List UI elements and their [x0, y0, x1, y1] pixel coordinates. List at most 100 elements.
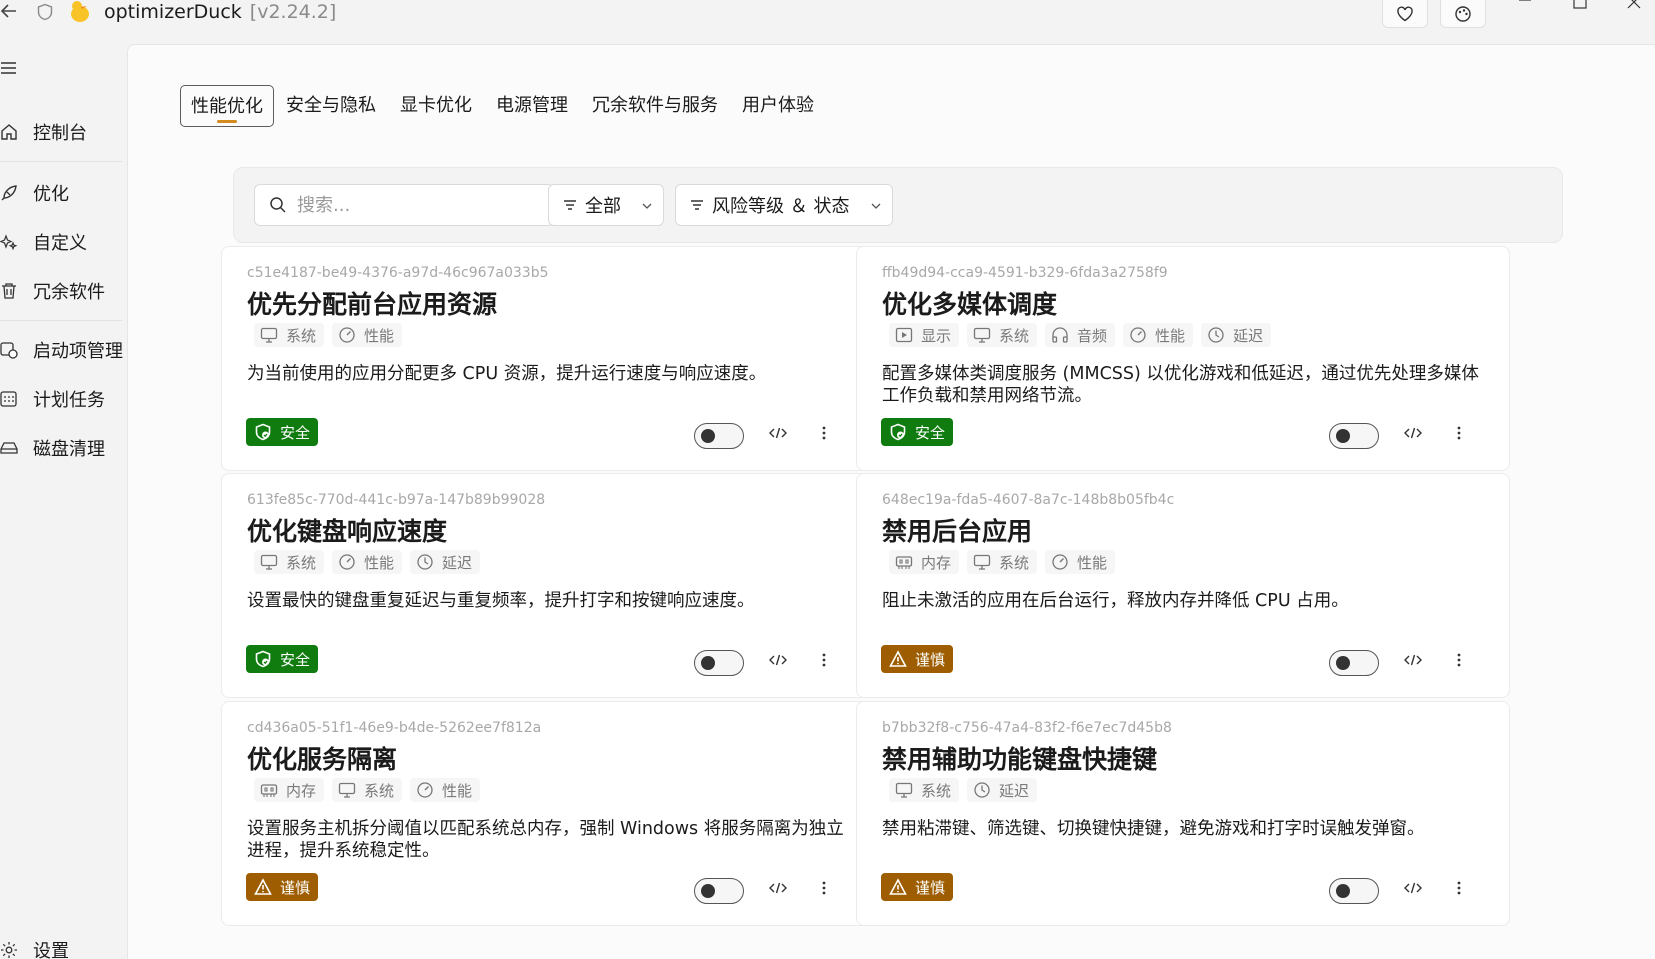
tag-chip: 性能	[1123, 323, 1194, 347]
sidebar-item-bloatware[interactable]: 冗余软件	[0, 271, 124, 311]
category-tabs: 性能优化 安全与隐私 显卡优化 电源管理 冗余软件与服务 用户体验	[180, 85, 826, 127]
monitor-icon	[973, 553, 991, 571]
more-options-button[interactable]	[1445, 419, 1473, 447]
view-code-button[interactable]	[764, 646, 792, 674]
risk-badge-label: 谨慎	[915, 878, 946, 897]
optimization-card: 613fe85c-770d-441c-b97a-147b89b99028 优化键…	[221, 473, 875, 698]
clock-icon	[1207, 326, 1225, 344]
heart-icon	[1397, 6, 1413, 22]
headphones-icon	[1051, 326, 1069, 344]
card-description: 禁用粘滞键、筛选键、切换键快捷键，避免游戏和打字时误触发弹窗。	[882, 819, 1425, 839]
app-title: optimizerDuck [v2.24.2]	[104, 0, 336, 24]
tab-performance[interactable]: 性能优化	[180, 85, 274, 127]
warning-icon	[889, 650, 907, 668]
tag-chip: 音频	[1045, 323, 1116, 347]
enable-toggle[interactable]	[1329, 423, 1379, 449]
enable-toggle[interactable]	[694, 650, 744, 676]
tab-user-experience[interactable]: 用户体验	[730, 85, 826, 127]
tag-chip: 系统	[967, 323, 1038, 347]
gauge-icon	[416, 781, 434, 799]
optimization-card: 648ec19a-fda5-4607-8a7c-148b8b05fb4c 禁用后…	[856, 473, 1510, 698]
theme-button[interactable]	[1440, 0, 1486, 28]
tag-chip: 系统	[332, 778, 403, 802]
category-dropdown[interactable]: 全部	[548, 184, 664, 226]
tab-gpu[interactable]: 显卡优化	[388, 85, 484, 127]
tab-bloatware-services[interactable]: 冗余软件与服务	[580, 85, 730, 127]
sidebar-item-tasks[interactable]: 计划任务	[0, 379, 124, 419]
filter-icon	[564, 200, 576, 210]
shield-check-icon	[889, 423, 907, 441]
sidebar-item-label: 冗余软件	[33, 282, 105, 303]
sidebar-item-dashboard[interactable]: 控制台	[0, 112, 124, 152]
title-bar: optimizerDuck [v2.24.2]	[0, 0, 1655, 44]
risk-badge: 安全	[881, 418, 954, 446]
tag-chip: 系统	[889, 778, 960, 802]
app-name: optimizerDuck	[104, 1, 242, 23]
more-options-button[interactable]	[810, 646, 838, 674]
risk-badge-label: 安全	[280, 650, 311, 669]
shield-icon	[36, 3, 54, 21]
sidebar-item-settings[interactable]: 设置	[0, 930, 124, 959]
palette-icon	[1455, 6, 1471, 22]
sidebar-item-startup[interactable]: 启动项管理	[0, 330, 124, 370]
view-code-button[interactable]	[764, 419, 792, 447]
card-tags: 内存 系统 性能	[889, 550, 1123, 574]
warning-icon	[889, 878, 907, 896]
card-title: 优化多媒体调度	[882, 290, 1058, 319]
more-options-button[interactable]	[810, 419, 838, 447]
maximize-icon[interactable]	[1572, 0, 1588, 15]
sparkle-icon	[0, 234, 18, 251]
monitor-icon	[338, 781, 356, 799]
card-tags: 系统 性能	[254, 323, 410, 347]
favorite-button[interactable]	[1382, 0, 1428, 28]
clock-icon	[416, 553, 434, 571]
risk-badge-label: 谨慎	[915, 650, 946, 669]
toggle-knob	[701, 656, 715, 670]
view-code-button[interactable]	[1399, 419, 1427, 447]
more-options-button[interactable]	[1445, 874, 1473, 902]
close-icon[interactable]	[1626, 0, 1642, 15]
card-title: 禁用辅助功能键盘快捷键	[882, 745, 1158, 774]
sidebar-item-disk-cleanup[interactable]: 磁盘清理	[0, 428, 124, 468]
card-id: c51e4187-be49-4376-a97d-46c967a033b5	[247, 265, 549, 281]
sidebar-item-customize[interactable]: 自定义	[0, 222, 124, 262]
tag-label: 内存	[286, 781, 317, 800]
more-options-button[interactable]	[1445, 646, 1473, 674]
main-panel: 性能优化 安全与隐私 显卡优化 电源管理 冗余软件与服务 用户体验 全部 风险等…	[127, 44, 1655, 959]
tag-label: 性能	[364, 553, 395, 572]
tag-label: 延迟	[1233, 326, 1264, 345]
optimization-card: c51e4187-be49-4376-a97d-46c967a033b5 优先分…	[221, 246, 875, 471]
gauge-icon	[338, 326, 356, 344]
view-code-button[interactable]	[764, 874, 792, 902]
enable-toggle[interactable]	[1329, 650, 1379, 676]
toggle-knob	[701, 429, 715, 443]
enable-toggle[interactable]	[694, 878, 744, 904]
chevron-down-icon	[642, 203, 652, 209]
card-title: 禁用后台应用	[882, 517, 1033, 546]
hamburger-menu-button[interactable]	[0, 48, 124, 88]
risk-status-dropdown[interactable]: 风险等级 ＆ 状态	[675, 184, 893, 226]
enable-toggle[interactable]	[1329, 878, 1379, 904]
card-id: cd436a05-51f1-46e9-b4de-5262ee7f812a	[247, 720, 542, 736]
search-input[interactable]	[297, 193, 537, 217]
search-box[interactable]	[254, 184, 554, 226]
card-title: 优化服务隔离	[247, 745, 398, 774]
tab-power[interactable]: 电源管理	[484, 85, 580, 127]
view-code-button[interactable]	[1399, 646, 1427, 674]
risk-badge-label: 安全	[915, 423, 946, 442]
card-id: 613fe85c-770d-441c-b97a-147b89b99028	[247, 492, 546, 508]
settings-label: 设置	[33, 941, 69, 959]
tag-chip: 内存	[254, 778, 325, 802]
more-options-button[interactable]	[810, 874, 838, 902]
more-vertical-icon	[1457, 426, 1461, 440]
tab-security-privacy[interactable]: 安全与隐私	[274, 85, 388, 127]
back-arrow-icon[interactable]	[0, 0, 20, 24]
optimization-card: b7bb32f8-c756-47a4-83f2-f6e7ec7d45b8 禁用辅…	[856, 701, 1510, 926]
tag-chip: 系统	[967, 550, 1038, 574]
tag-chip: 延迟	[1201, 323, 1272, 347]
sidebar-item-optimize[interactable]: 优化	[0, 173, 124, 213]
risk-badge: 谨慎	[881, 873, 954, 901]
minimize-icon[interactable]	[1517, 0, 1533, 15]
view-code-button[interactable]	[1399, 874, 1427, 902]
enable-toggle[interactable]	[694, 423, 744, 449]
